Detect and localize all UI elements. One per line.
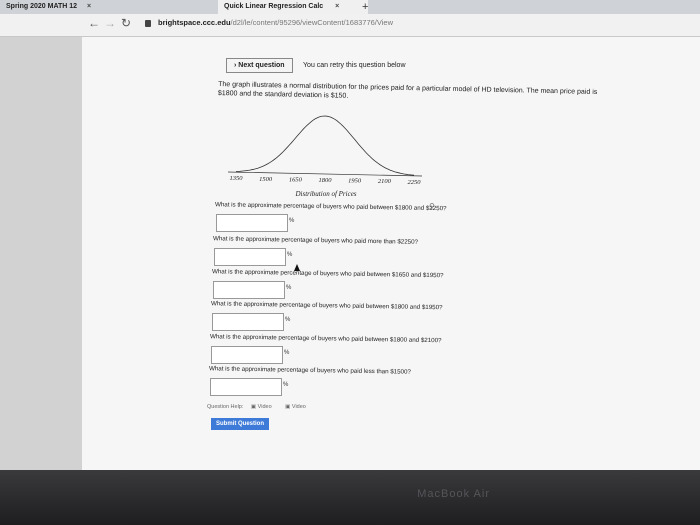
left-panel (0, 37, 82, 470)
x-tick-label: 2100 (378, 178, 392, 185)
help-label: Question Help: (207, 404, 244, 410)
video-link-2[interactable]: ▣ Video (285, 404, 312, 410)
mouse-cursor-icon (294, 264, 300, 271)
normal-curve (235, 115, 415, 176)
tab-label: Quick Linear Regression Calc (224, 3, 324, 10)
tab-close-icon[interactable]: × (87, 3, 91, 10)
tab-math[interactable]: Spring 2020 MATH 12 × (0, 0, 222, 14)
percent-unit: % (283, 382, 289, 388)
reload-icon[interactable]: ↻ (121, 16, 131, 30)
x-axis-label: Distribution of Prices (294, 190, 356, 198)
new-tab-button[interactable]: + (362, 0, 368, 14)
retry-text: You can retry this question below (303, 62, 406, 69)
x-tick-label: 1950 (348, 178, 362, 185)
submit-question-button[interactable]: Submit Question (211, 418, 269, 430)
answer-input[interactable] (213, 281, 285, 299)
answer-input[interactable] (211, 346, 283, 364)
url-field[interactable]: brightspace.ccc.edu/d2l/le/content/95296… (158, 18, 393, 27)
laptop-screen: Spring 2020 MATH 12 × Quick Linear Regre… (0, 0, 700, 470)
address-bar: ← → ↻ brightspace.ccc.edu/d2l/le/content… (0, 14, 700, 37)
tab-label: Spring 2020 MATH 12 (6, 3, 78, 10)
x-tick-label: 1800 (319, 177, 333, 184)
back-icon[interactable]: ← (88, 16, 100, 30)
normal-distribution-chart: 1350 1500 1650 1800 1950 2100 2250 Distributio… (227, 115, 423, 198)
tab-bar: Spring 2020 MATH 12 × Quick Linear Regre… (0, 0, 700, 14)
brand-label: MacBook Air (417, 488, 490, 500)
lock-icon (145, 20, 151, 27)
percent-unit: % (285, 317, 291, 323)
percent-unit: % (289, 218, 295, 224)
percent-unit: % (284, 350, 290, 356)
next-question-button[interactable]: › Next question (226, 58, 293, 73)
laptop-bezel: MacBook Air (0, 470, 700, 525)
x-tick-label: 1500 (259, 176, 273, 183)
percent-unit: % (286, 285, 292, 291)
percent-unit: % (287, 252, 293, 258)
x-tick-label: 2250 (408, 179, 422, 186)
video-link-1[interactable]: ▣ Video (251, 404, 278, 410)
answer-input[interactable] (210, 378, 282, 396)
x-tick-label: 1650 (289, 176, 303, 183)
question-header: › Next question You can retry this quest… (226, 54, 406, 73)
tab-regression[interactable]: Quick Linear Regression Calc × (218, 0, 368, 14)
answer-input[interactable] (214, 248, 286, 266)
answer-input[interactable] (212, 313, 284, 331)
x-tick-label: 1350 (230, 175, 244, 182)
x-axis (227, 171, 423, 177)
page-content (82, 37, 700, 470)
question-help: Question Help: ▣ Video ▣ Video (207, 404, 318, 410)
forward-icon[interactable]: → (104, 16, 116, 30)
answer-input[interactable] (216, 214, 288, 232)
tab-close-icon[interactable]: × (335, 3, 339, 10)
